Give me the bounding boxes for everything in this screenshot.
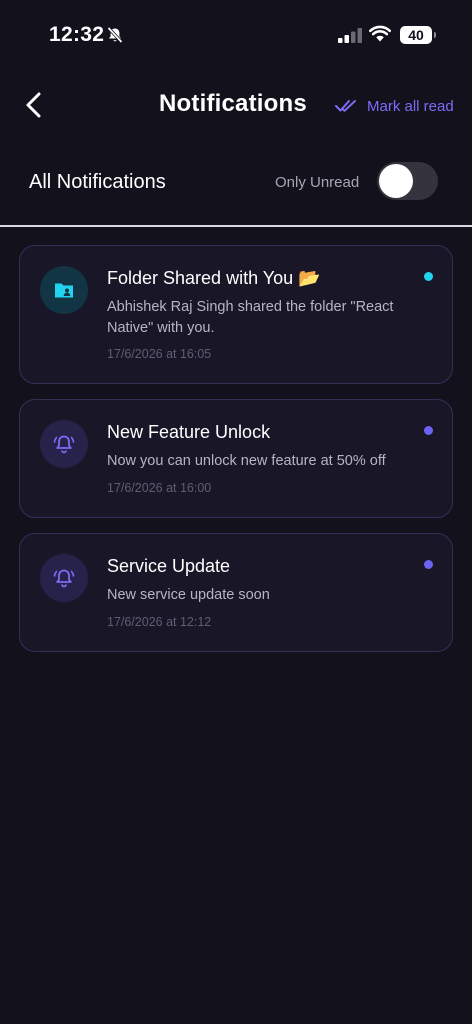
notification-message: Now you can unlock new feature at 50% of… [107, 453, 386, 469]
notification-title: Folder Shared with You 📂 [107, 268, 321, 288]
filter-row: All Notifications Only Unread [0, 160, 472, 204]
notification-card[interactable]: New Feature Unlock Now you can unlock ne… [19, 399, 453, 518]
unread-dot [424, 272, 433, 281]
mark-all-read-button[interactable]: Mark all read [335, 96, 454, 116]
notification-title: New Feature Unlock [107, 422, 271, 442]
filter-title: All Notifications [29, 171, 166, 193]
notification-list: Folder Shared with You 📂 Abhishek Raj Si… [19, 245, 453, 667]
notification-card[interactable]: Service Update New service update soon 1… [19, 533, 453, 652]
notification-title: Service Update [107, 556, 231, 576]
bell-icon [40, 420, 88, 468]
open-folder-emoji-icon: 📂 [298, 268, 321, 288]
header: Notifications Mark all read [0, 80, 472, 130]
status-time: 12:32 [49, 23, 105, 46]
shared-folder-icon [40, 266, 88, 314]
battery-icon: 40 [400, 26, 436, 44]
chevron-left-icon [26, 92, 41, 118]
unread-dot [424, 560, 433, 569]
bell-icon [40, 554, 88, 602]
divider [0, 225, 472, 227]
bell-muted-icon [106, 26, 124, 44]
cellular-signal-icon [338, 27, 363, 45]
notification-time: 17/6/2026 at 16:00 [107, 481, 212, 495]
wifi-icon [369, 25, 391, 43]
notification-message: New service update soon [107, 587, 270, 603]
double-check-icon [335, 100, 356, 112]
notification-time: 17/6/2026 at 16:05 [107, 347, 212, 361]
notification-message: Abhishek Raj Singh shared the folder "Re… [107, 299, 394, 336]
only-unread-toggle[interactable] [377, 162, 438, 200]
unread-dot [424, 426, 433, 435]
notification-card[interactable]: Folder Shared with You 📂 Abhishek Raj Si… [19, 245, 453, 384]
status-bar: 12:32 40 [0, 0, 472, 70]
page-title: Notifications [159, 90, 307, 117]
back-button[interactable] [20, 90, 50, 120]
toggle-knob[interactable] [379, 164, 413, 198]
notification-time: 17/6/2026 at 12:12 [107, 615, 212, 629]
only-unread-label: Only Unread [275, 174, 360, 191]
mark-all-read-label: Mark all read [367, 97, 454, 115]
